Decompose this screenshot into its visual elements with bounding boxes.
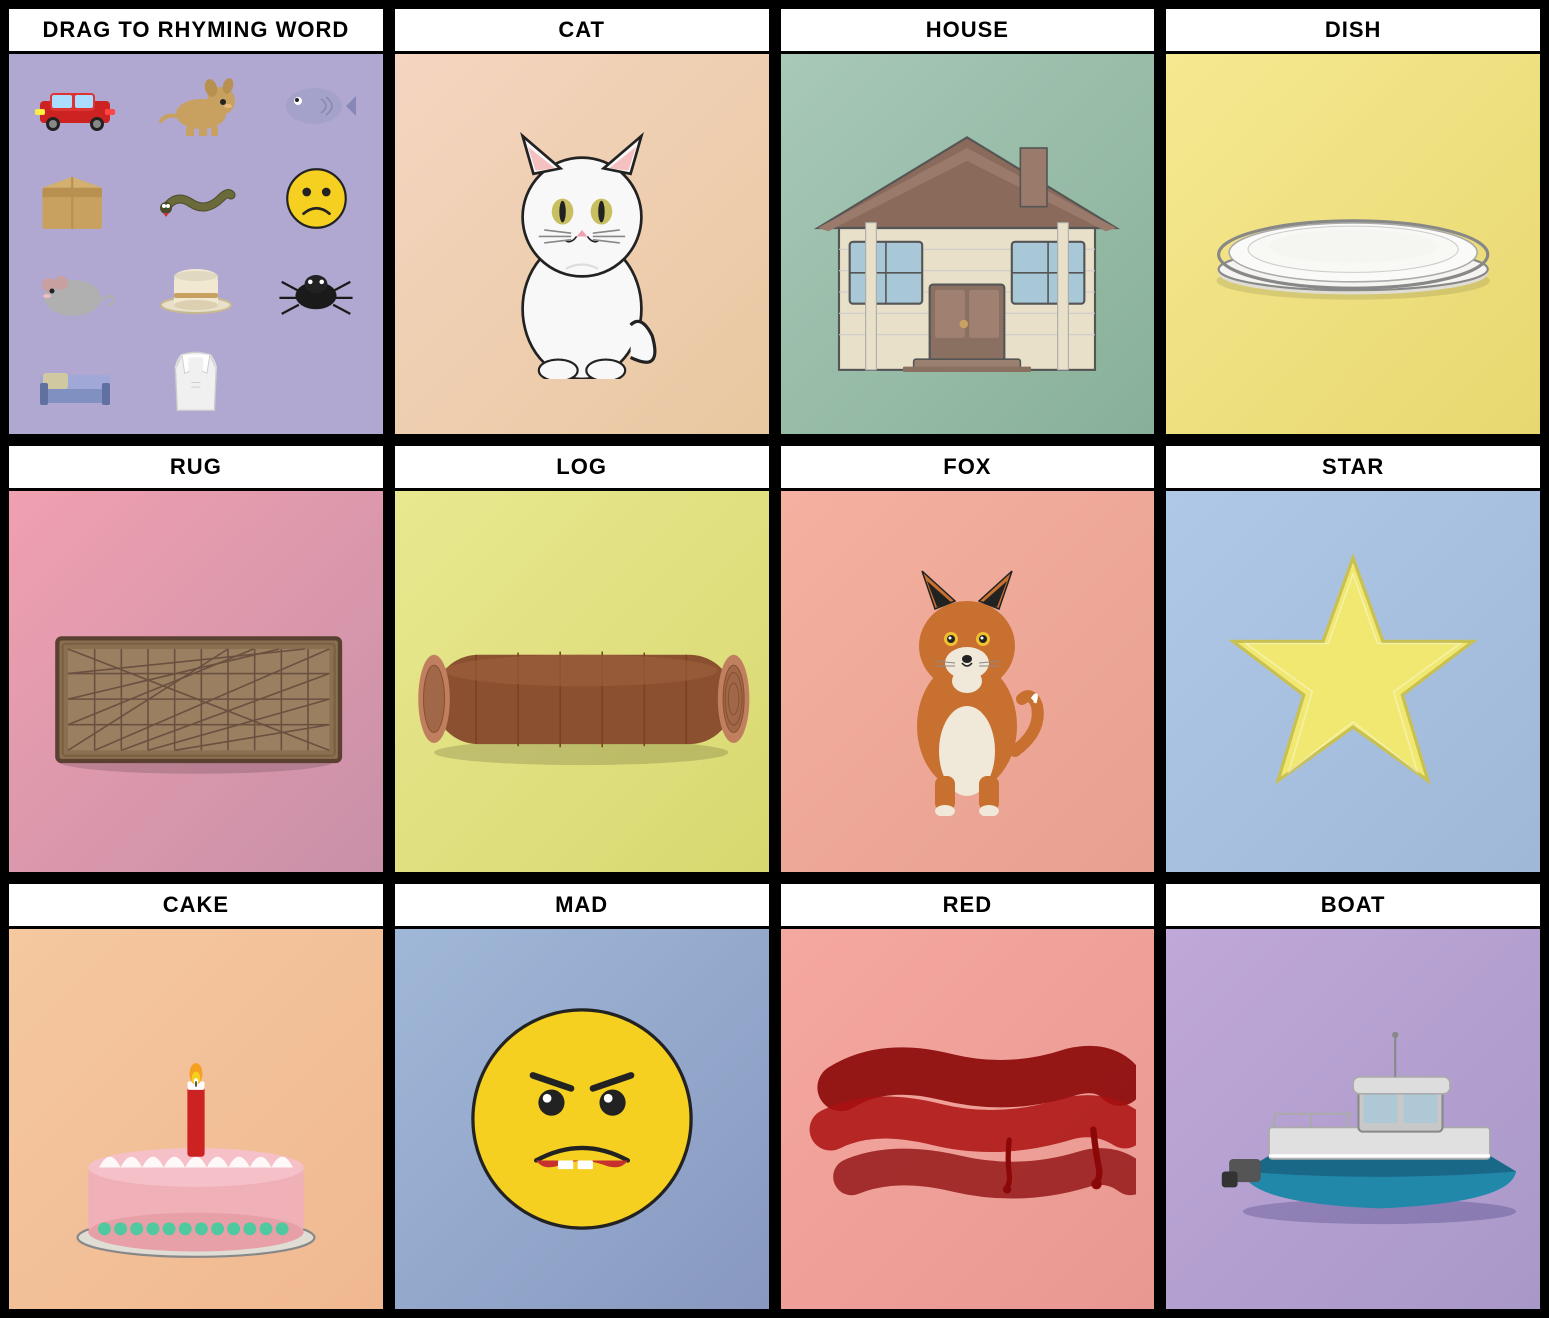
- log-header: LOG: [395, 446, 769, 491]
- drag-item-snake[interactable]: [156, 166, 236, 231]
- drag-item-dog[interactable]: [156, 74, 236, 139]
- rug-header: RUG: [9, 446, 383, 491]
- dish-content: [1166, 54, 1540, 434]
- red-header: RED: [781, 884, 1155, 929]
- red-content: [781, 929, 1155, 1309]
- star-header: STAR: [1166, 446, 1540, 491]
- cat-content: [395, 54, 769, 434]
- drag-item-box[interactable]: [35, 166, 115, 231]
- mad-cell: MAD: [392, 881, 772, 1312]
- star-content: [1166, 491, 1540, 871]
- drag-source-cell[interactable]: DRAG TO RHYMING WORD: [6, 6, 386, 437]
- boat-header: BOAT: [1166, 884, 1540, 929]
- rug-cell: RUG: [6, 443, 386, 874]
- house-cell: HOUSE: [778, 6, 1158, 437]
- cake-header: CAKE: [9, 884, 383, 929]
- rug-content: [9, 491, 383, 871]
- drag-item-lab-coat[interactable]: [156, 350, 236, 415]
- log-cell: LOG: [392, 443, 772, 874]
- cake-cell: CAKE: [6, 881, 386, 1312]
- drag-item-mouse[interactable]: [35, 258, 115, 323]
- house-header: HOUSE: [781, 9, 1155, 54]
- red-cell: RED: [778, 881, 1158, 1312]
- drag-source-header: DRAG TO RHYMING WORD: [9, 9, 383, 54]
- boat-content: [1166, 929, 1540, 1309]
- fox-header: FOX: [781, 446, 1155, 491]
- drag-item-bug[interactable]: [276, 258, 356, 323]
- log-content: [395, 491, 769, 871]
- drag-item-car[interactable]: [35, 74, 115, 139]
- cat-cell: CAT: [392, 6, 772, 437]
- dish-header: DISH: [1166, 9, 1540, 54]
- house-content: [781, 54, 1155, 434]
- mad-content: [395, 929, 769, 1309]
- cat-header: CAT: [395, 9, 769, 54]
- main-grid: DRAG TO RHYMING WORD: [0, 0, 1549, 1318]
- drag-item-hat[interactable]: [156, 258, 236, 323]
- drag-item-bed[interactable]: [35, 350, 115, 415]
- mad-header: MAD: [395, 884, 769, 929]
- drag-item-empty: [276, 350, 356, 415]
- drag-source-content[interactable]: [9, 54, 383, 434]
- star-cell: STAR: [1163, 443, 1543, 874]
- cake-content: [9, 929, 383, 1309]
- drag-item-sad-face[interactable]: [276, 166, 356, 231]
- boat-cell: BOAT: [1163, 881, 1543, 1312]
- fox-content: [781, 491, 1155, 871]
- drag-item-fish[interactable]: [276, 74, 356, 139]
- fox-cell: FOX: [778, 443, 1158, 874]
- dish-cell: DISH: [1163, 6, 1543, 437]
